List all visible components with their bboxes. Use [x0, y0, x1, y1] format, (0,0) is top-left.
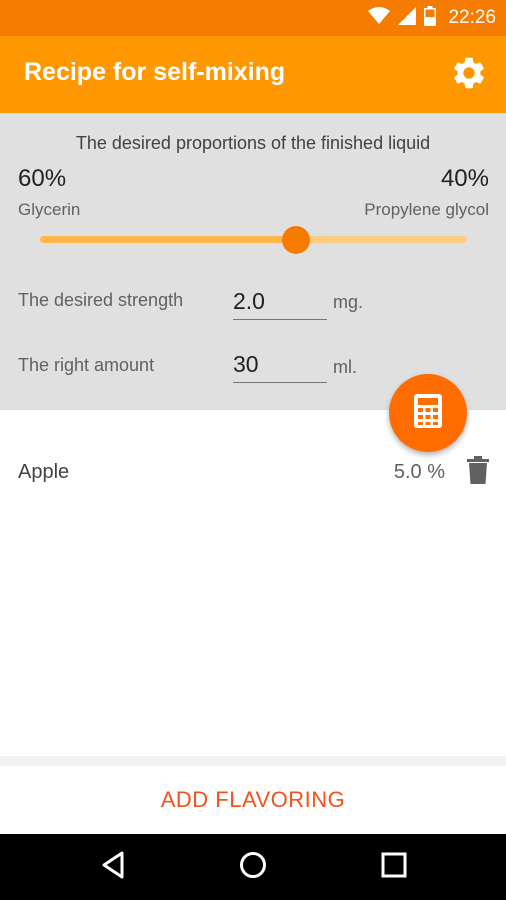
- recents-icon: [381, 852, 407, 883]
- app-bar: Recipe for self-mixing: [0, 36, 506, 113]
- amount-input[interactable]: [233, 347, 327, 383]
- home-button[interactable]: [233, 847, 273, 887]
- slider-fill: [40, 236, 297, 243]
- proportion-slider[interactable]: [40, 225, 467, 255]
- slider-thumb[interactable]: [282, 226, 311, 254]
- status-icons: 22:26: [368, 5, 496, 31]
- app-title: Recipe for self-mixing: [24, 58, 286, 86]
- home-icon: [239, 851, 267, 884]
- back-button[interactable]: [93, 847, 133, 887]
- flavoring-name: Apple: [18, 461, 70, 483]
- strength-input[interactable]: [233, 284, 327, 320]
- propylene-glycol-percent: 40%: [440, 165, 489, 192]
- glycerin-percent: 60%: [18, 165, 67, 192]
- amount-unit: ml.: [333, 357, 357, 377]
- proportions-title: The desired proportions of the finished …: [75, 133, 431, 153]
- back-icon: [100, 851, 126, 884]
- strength-label: The desired strength: [18, 290, 184, 310]
- status-time: 22:26: [448, 7, 496, 28]
- settings-button[interactable]: [448, 54, 490, 96]
- flavoring-item[interactable]: Apple 5.0 %: [0, 440, 506, 506]
- calculator-icon: [414, 393, 442, 433]
- status-bar: 22:26: [0, 0, 506, 36]
- delete-flavoring-button[interactable]: [464, 455, 492, 489]
- glycerin-label: Glycerin: [18, 200, 81, 219]
- propylene-glycol-label: Propylene glycol: [364, 200, 489, 219]
- trash-icon: [467, 455, 489, 489]
- signal-icon: [398, 6, 417, 30]
- navigation-bar: [0, 834, 506, 900]
- gear-icon: [450, 54, 488, 97]
- wifi-icon: [368, 6, 391, 30]
- battery-icon: [424, 5, 437, 31]
- strength-unit: mg.: [333, 292, 364, 312]
- recents-button[interactable]: [374, 847, 414, 887]
- proportions-panel: The desired proportions of the finished …: [0, 113, 506, 410]
- add-flavoring-button[interactable]: ADD FLAVORING: [0, 766, 506, 834]
- amount-label: The right amount: [18, 355, 155, 375]
- flavoring-percent: 5.0 %: [393, 461, 445, 483]
